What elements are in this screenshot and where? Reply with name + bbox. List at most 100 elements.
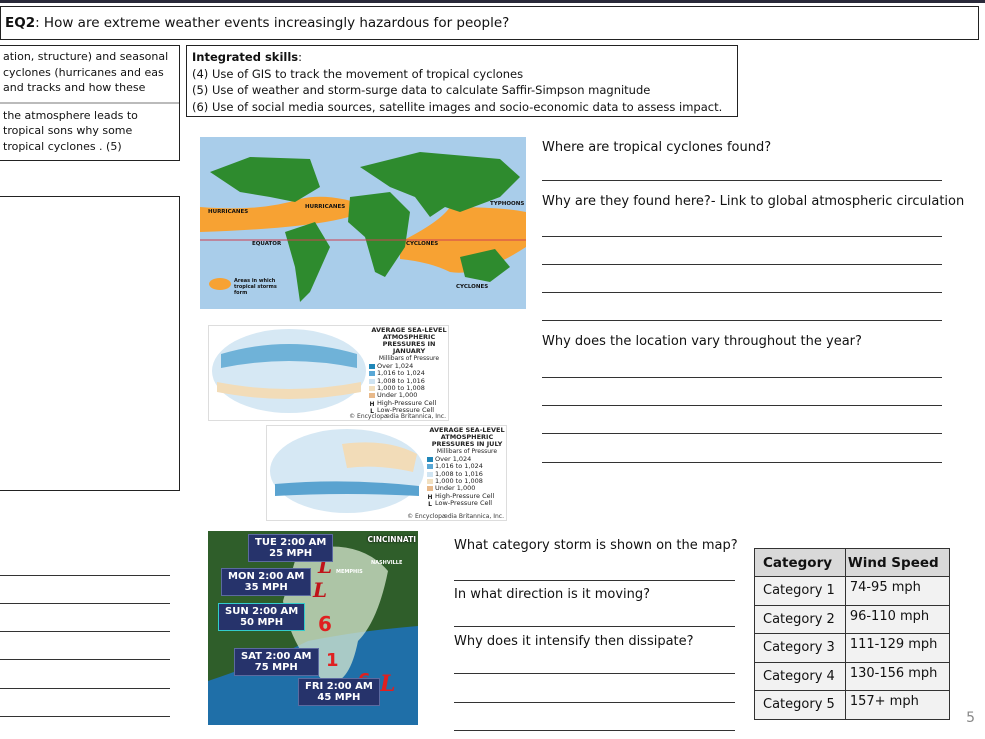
answer-line[interactable] [0,716,170,717]
track-speed: 35 MPH [244,582,288,593]
track-time: SAT 2:00 AM [241,651,312,662]
pressure-map-credit: © Encyclopædia Britannica, Inc. [407,513,504,520]
table-header-row: Category Wind Speed [754,548,951,577]
legend-item: Low-Pressure Cell [435,498,493,507]
legend-swatch [427,479,433,485]
map-label: CYCLONES [406,241,439,247]
answer-line[interactable] [542,377,942,378]
answer-line[interactable] [0,688,170,689]
city-label: CINCINNATI [367,535,416,544]
header-question: : How are extreme weather events increas… [35,15,510,31]
skill-item: (4) Use of GIS to track the movement of … [192,66,524,81]
pressure-map-january: AVERAGE SEA-LEVEL ATMOSPHERIC PRESSURES … [208,325,449,421]
svg-text:6: 6 [318,612,332,636]
pressure-map-credit: © Encyclopædia Britannica, Inc. [349,413,446,420]
map-label: TYPHOONS [490,201,525,207]
legend-swatch [427,486,433,492]
answer-line[interactable] [0,575,170,576]
legend-swatch [369,371,375,377]
spec-text-1: ation, structure) and seasonal cyclones … [3,50,169,94]
saffir-simpson-table: Category Wind Speed Category 1 74-95 mph C… [754,548,951,720]
cell-wind-speed: 111-129 mph [844,633,951,663]
storm-track-map: L L 6 1 6 L MEMPHIS NASHVILLE CINCINNATI… [208,531,418,725]
cell-category: Category 3 [754,633,846,663]
pressure-map-title: AVERAGE SEA-LEVEL ATMOSPHERIC PRESSURES … [429,426,505,448]
table-row: Category 4 130-156 mph [754,661,951,691]
header-category: Category [754,548,846,577]
skills-title: Integrated skills [192,50,299,64]
svg-text:L: L [312,578,327,602]
svg-text:1: 1 [326,650,339,671]
track-time: TUE 2:00 AM [255,537,327,548]
page-header: EQ2: How are extreme weather events incr… [0,6,979,40]
question-direction: In what direction is it moving? [454,587,651,602]
high-pressure-symbol: H [369,400,375,408]
track-time: FRI 2:00 AM [305,681,373,692]
svg-text:L: L [379,671,395,697]
pressure-legend: AVERAGE SEA-LEVEL ATMOSPHERIC PRESSURES … [369,326,448,415]
cell-category: Category 4 [754,661,846,691]
cell-category: Category 1 [754,576,846,606]
answer-line[interactable] [454,626,735,627]
track-speed: 50 MPH [240,617,284,628]
map-label: CYCLONES [456,284,489,290]
cell-wind-speed: 130-156 mph [844,661,951,691]
track-label: SUN 2:00 AM 50 MPH [218,603,306,631]
answer-line[interactable] [542,405,942,406]
cell-category: Category 2 [754,604,846,634]
track-speed: 75 MPH [254,662,298,673]
pressure-map-title: AVERAGE SEA-LEVEL ATMOSPHERIC PRESSURES … [371,326,447,355]
table-row: Category 3 111-129 mph [754,633,951,663]
cell-wind-speed: 74-95 mph [844,576,951,606]
answer-line[interactable] [454,580,735,581]
pressure-map-graphic [270,429,424,513]
question-where: Where are tropical cyclones found? [542,140,772,155]
legend-swatch [369,378,375,384]
question-category: What category storm is shown on the map? [454,538,738,553]
cell-category: Category 5 [754,690,846,720]
table-row: Category 2 96-110 mph [754,604,951,634]
answer-line[interactable] [0,603,170,604]
answer-line[interactable] [0,631,170,632]
answer-line[interactable] [542,236,942,237]
spec-text-2: the atmosphere leads to tropical sons wh… [3,108,138,153]
answer-box [0,196,180,491]
table-row: Category 5 157+ mph [754,690,951,720]
answer-line[interactable] [542,264,942,265]
city-label: NASHVILLE [371,560,403,566]
question-why-found: Why are they found here?- Link to global… [542,194,965,209]
answer-line[interactable] [542,180,942,181]
map-label: HURRICANES [305,204,346,210]
cell-wind-speed: 157+ mph [844,690,951,720]
answer-line[interactable] [0,659,170,660]
map-label: EQUATOR [252,241,282,247]
integrated-skills-box: Integrated skills: (4) Use of GIS to tra… [186,45,738,117]
answer-line[interactable] [454,702,735,703]
track-label: SAT 2:00 AM 75 MPH [234,648,319,676]
legend-swatch [427,457,433,463]
map-legend: Areas in which tropical storms form [234,278,277,296]
track-label: MON 2:00 AM 35 MPH [221,568,312,596]
track-label: FRI 2:00 AM 45 MPH [298,678,380,706]
answer-line[interactable] [454,730,735,731]
page-number: 5 [966,710,975,726]
spec-box: ation, structure) and seasonal cyclones … [0,45,180,161]
answer-line[interactable] [542,292,942,293]
answer-line[interactable] [454,673,735,674]
skill-item: (5) Use of weather and storm-surge data … [192,83,651,97]
answer-line[interactable] [542,433,942,434]
skill-item: (6) Use of social media sources, satelli… [192,99,723,114]
legend-swatch [369,364,375,370]
question-vary: Why does the location vary throughout th… [542,334,862,349]
high-pressure-symbol: H [427,493,433,501]
answer-line[interactable] [542,320,942,321]
track-label: TUE 2:00 AM 25 MPH [248,534,334,562]
track-time: SUN 2:00 AM [225,606,299,617]
header-wind-speed: Wind Speed [844,548,951,577]
track-speed: 25 MPH [269,548,313,559]
low-pressure-symbol: L [428,500,432,508]
table-row: Category 1 74-95 mph [754,576,951,606]
question-intensify: Why does it intensify then dissipate? [454,634,694,649]
legend-swatch [369,386,375,392]
answer-line[interactable] [542,462,942,463]
